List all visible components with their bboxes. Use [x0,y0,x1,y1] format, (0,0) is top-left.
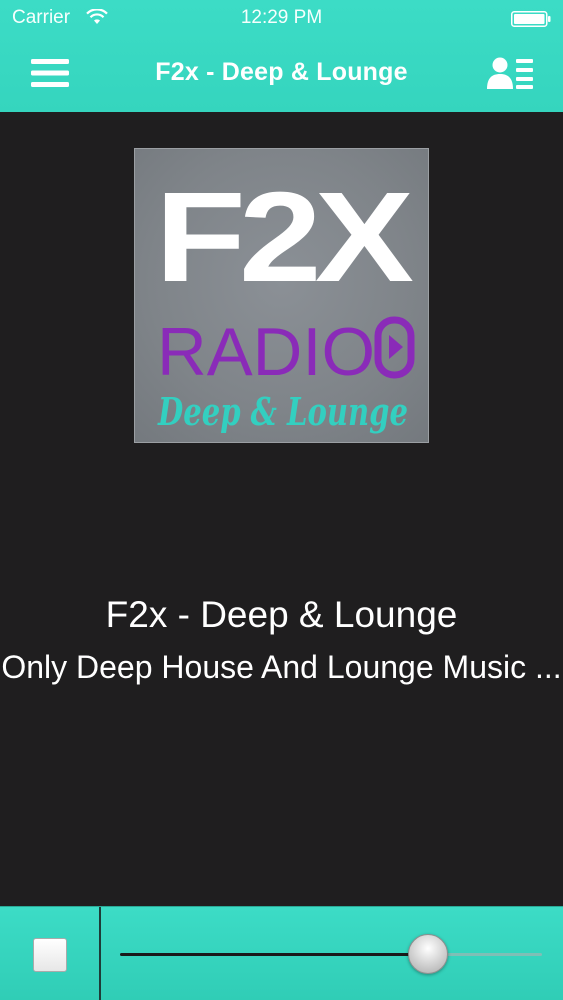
volume-slider[interactable] [118,932,544,976]
logo-deep-lounge-text: Deep & Lounge [157,389,408,434]
slider-thumb[interactable] [408,934,449,974]
station-artwork: F2X RADIO Deep & Lounge [134,148,429,443]
status-time: 12:29 PM [240,7,323,28]
radio-player-screen: Carrier 12:29 PM F2x - Deep & Lounge F2X… [0,0,563,1000]
station-description: Only Deep House And Lounge Music ... [1,649,562,685]
menu-icon[interactable] [31,58,69,88]
play-icon [374,316,415,379]
stop-button[interactable] [33,938,67,972]
logo-radio-text: RADIO [157,314,375,390]
header: Carrier 12:29 PM F2x - Deep & Lounge [0,0,563,112]
player-divider [99,907,101,1000]
logo-f2x-text: F2X [155,166,414,309]
status-bar: Carrier 12:29 PM [0,0,563,38]
slider-track-filled [120,953,429,956]
nav-bar: F2x - Deep & Lounge [0,38,563,112]
profile-list-icon[interactable] [487,56,535,90]
page-title: F2x - Deep & Lounge [155,58,408,86]
station-logo: F2X RADIO Deep & Lounge [155,166,420,434]
player-bar [0,906,563,1000]
station-name: F2x - Deep & Lounge [105,594,458,635]
battery-icon [511,11,551,27]
